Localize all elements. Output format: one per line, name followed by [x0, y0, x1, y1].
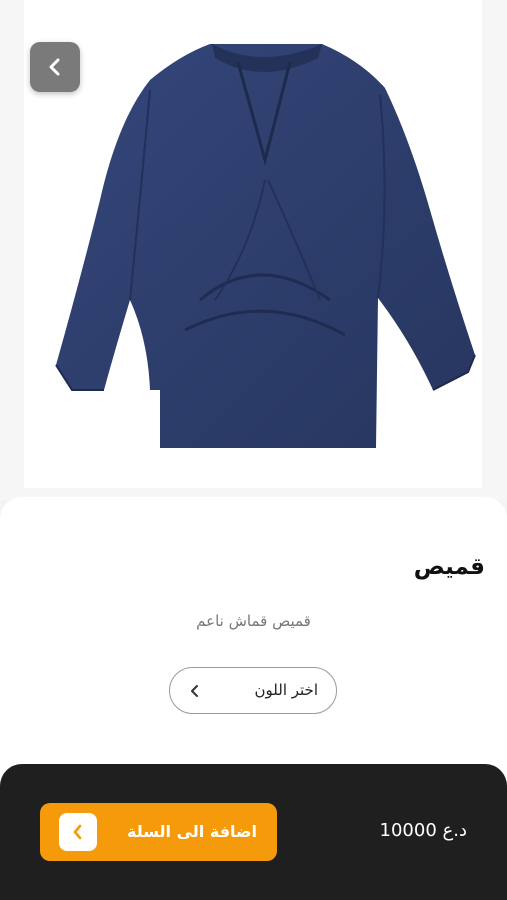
product-title: قميص — [413, 554, 485, 580]
color-select-label: اختر اللون — [254, 681, 318, 699]
chevron-left-icon — [191, 685, 198, 697]
product-details-sheet — [0, 497, 507, 797]
price: 10000 د.ع — [379, 820, 467, 841]
add-to-cart-label: اضافة الى السلة — [127, 822, 257, 841]
color-select[interactable]: اختر اللون — [169, 667, 337, 714]
add-to-cart-button[interactable]: اضافة الى السلة — [40, 803, 277, 861]
product-image-area — [0, 0, 507, 500]
chevron-left-icon — [49, 58, 60, 76]
add-to-cart-arrow — [59, 813, 97, 851]
chevron-left-icon — [73, 824, 82, 840]
product-description: قميص قماش ناعم — [196, 612, 311, 630]
back-button[interactable] — [30, 42, 80, 92]
